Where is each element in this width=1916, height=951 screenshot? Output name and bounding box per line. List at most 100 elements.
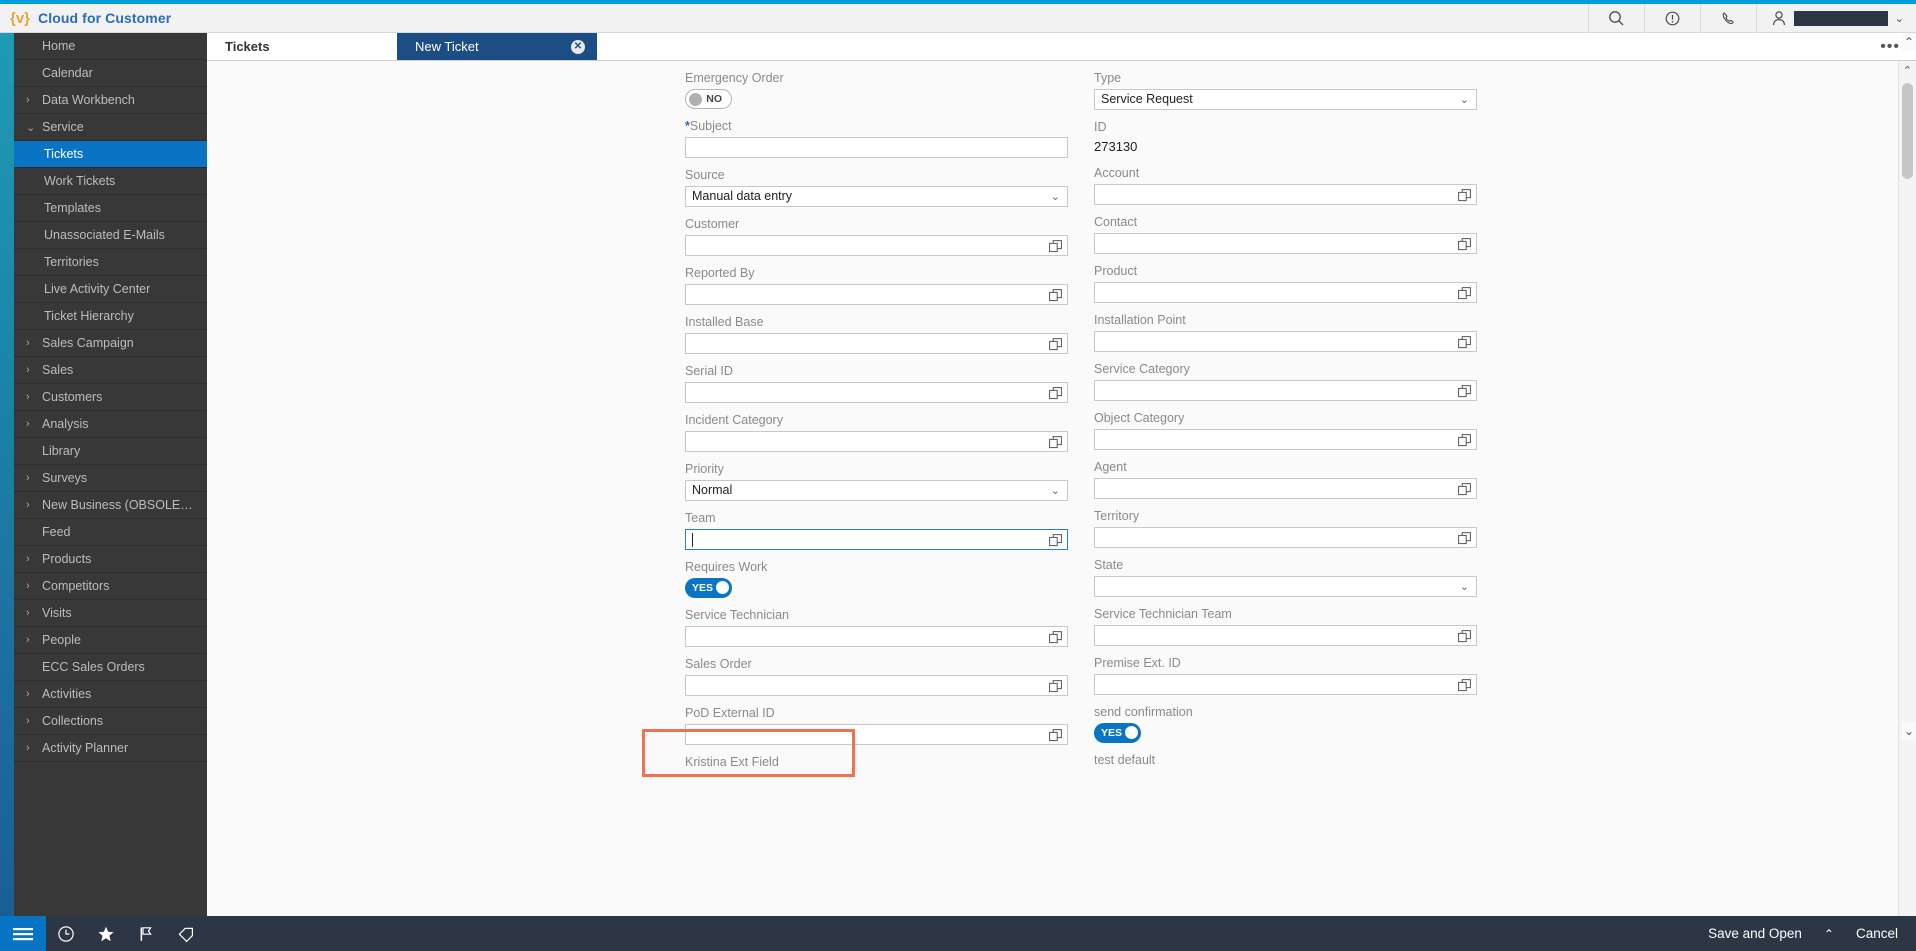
cancel-button[interactable]: Cancel bbox=[1856, 926, 1898, 941]
sidebar-item-service[interactable]: ⌄ Service bbox=[14, 114, 207, 141]
input-agent[interactable] bbox=[1094, 478, 1477, 499]
input-priority[interactable]: Normal ⌄ bbox=[685, 480, 1068, 501]
sidebar-item-ticket-hierarchy[interactable]: Ticket Hierarchy bbox=[14, 303, 207, 330]
chevron-down-icon[interactable]: ⌄ bbox=[1895, 12, 1904, 25]
chevron-right-icon[interactable]: › bbox=[26, 580, 42, 592]
input-pod-external-id[interactable] bbox=[685, 724, 1068, 745]
chevron-right-icon[interactable]: › bbox=[26, 634, 42, 646]
sidebar-item-activities[interactable]: › Activities bbox=[14, 681, 207, 708]
chevron-down-icon[interactable]: ⌄ bbox=[26, 121, 42, 134]
sidebar-item-territories[interactable]: Territories bbox=[14, 249, 207, 276]
input-service-technician[interactable] bbox=[685, 626, 1068, 647]
input-sales-order[interactable] bbox=[685, 675, 1068, 696]
sidebar-item-customers[interactable]: › Customers bbox=[14, 384, 207, 411]
sidebar-item-calendar[interactable]: Calendar bbox=[14, 60, 207, 87]
input-installation-point[interactable] bbox=[1094, 331, 1477, 352]
input-incident-category[interactable] bbox=[685, 431, 1068, 452]
value-help-icon[interactable] bbox=[1049, 387, 1062, 400]
input-object-category[interactable] bbox=[1094, 429, 1477, 450]
search-icon[interactable] bbox=[1587, 3, 1644, 33]
sidebar-item-templates[interactable]: Templates bbox=[14, 195, 207, 222]
chevron-right-icon[interactable]: › bbox=[26, 499, 42, 511]
chevron-right-icon[interactable]: › bbox=[26, 688, 42, 700]
star-icon[interactable] bbox=[86, 916, 126, 951]
input-serial-id[interactable] bbox=[685, 382, 1068, 403]
input-installed-base[interactable] bbox=[685, 333, 1068, 354]
input-state[interactable]: ⌄ bbox=[1094, 576, 1477, 597]
sidebar-item-visits[interactable]: › Visits bbox=[14, 600, 207, 627]
value-help-icon[interactable] bbox=[1458, 287, 1471, 300]
sidebar-item-analysis[interactable]: › Analysis bbox=[14, 411, 207, 438]
sidebar-item-feed[interactable]: Feed bbox=[14, 519, 207, 546]
toggle-emergency-order[interactable]: NO bbox=[685, 89, 732, 109]
value-help-icon[interactable] bbox=[1458, 532, 1471, 545]
value-help-icon[interactable] bbox=[1049, 436, 1062, 449]
value-help-icon[interactable] bbox=[1458, 630, 1471, 643]
value-help-icon[interactable] bbox=[1458, 434, 1471, 447]
close-icon[interactable]: ✕ bbox=[571, 39, 585, 54]
chevron-right-icon[interactable]: › bbox=[26, 94, 42, 106]
sidebar-item-competitors[interactable]: › Competitors bbox=[14, 573, 207, 600]
chevron-right-icon[interactable]: › bbox=[26, 553, 42, 565]
sidebar-item-library[interactable]: Library bbox=[14, 438, 207, 465]
input-premise-ext-id[interactable] bbox=[1094, 674, 1477, 695]
value-help-icon[interactable] bbox=[1458, 679, 1471, 692]
input-team[interactable] bbox=[685, 529, 1068, 550]
input-territory[interactable] bbox=[1094, 527, 1477, 548]
value-help-icon[interactable] bbox=[1458, 385, 1471, 398]
input-reported-by[interactable] bbox=[685, 284, 1068, 305]
chevron-down-icon[interactable]: ⌄ bbox=[1460, 95, 1469, 106]
chevron-down-icon[interactable]: ⌄ bbox=[1051, 486, 1060, 497]
chevron-right-icon[interactable]: › bbox=[26, 607, 42, 619]
sidebar-item-live-activity-center[interactable]: Live Activity Center bbox=[14, 276, 207, 303]
sidebar-item-surveys[interactable]: › Surveys bbox=[14, 465, 207, 492]
scroll-up-icon[interactable]: ⌃ bbox=[1899, 61, 1916, 79]
chevron-right-icon[interactable]: › bbox=[26, 418, 42, 430]
phone-icon[interactable] bbox=[1699, 3, 1756, 33]
toggle-requires-work[interactable]: YES bbox=[685, 578, 732, 598]
chevron-up-icon[interactable]: ⌃ bbox=[1824, 927, 1834, 941]
sidebar-item-data-workbench[interactable]: › Data Workbench bbox=[14, 87, 207, 114]
tab-tickets[interactable]: Tickets bbox=[207, 33, 397, 60]
sidebar-item-new-business-obsole[interactable]: › New Business (OBSOLE… bbox=[14, 492, 207, 519]
content-scrollbar[interactable]: ⌃ bbox=[1898, 61, 1916, 916]
tab-new-ticket[interactable]: New Ticket ✕ bbox=[397, 33, 597, 60]
sidebar-item-sales[interactable]: › Sales bbox=[14, 357, 207, 384]
sidebar-item-work-tickets[interactable]: Work Tickets bbox=[14, 168, 207, 195]
save-and-open-button[interactable]: Save and Open bbox=[1708, 926, 1802, 941]
value-help-icon[interactable] bbox=[1458, 238, 1471, 251]
chevron-right-icon[interactable]: › bbox=[26, 742, 42, 754]
scrollbar-thumb[interactable] bbox=[1902, 83, 1913, 179]
chevron-right-icon[interactable]: › bbox=[26, 715, 42, 727]
input-subject[interactable] bbox=[685, 137, 1068, 158]
input-type[interactable]: Service Request ⌄ bbox=[1094, 89, 1477, 110]
sidebar-item-products[interactable]: › Products bbox=[14, 546, 207, 573]
sidebar-item-activity-planner[interactable]: › Activity Planner bbox=[14, 735, 207, 762]
toggle-send-confirmation[interactable]: YES bbox=[1094, 723, 1141, 743]
sidebar-item-sales-campaign[interactable]: › Sales Campaign bbox=[14, 330, 207, 357]
input-contact[interactable] bbox=[1094, 233, 1477, 254]
sidebar-item-home[interactable]: Home bbox=[14, 33, 207, 60]
sidebar-item-ecc-sales-orders[interactable]: ECC Sales Orders bbox=[14, 654, 207, 681]
value-help-icon[interactable] bbox=[1049, 534, 1062, 547]
sidebar-scroll-up-button[interactable]: ⌃ bbox=[1902, 33, 1916, 51]
chevron-down-icon[interactable]: ⌄ bbox=[1460, 582, 1469, 593]
chevron-down-icon[interactable]: ⌄ bbox=[1051, 192, 1060, 203]
sidebar-item-tickets[interactable]: Tickets bbox=[14, 141, 207, 168]
value-help-icon[interactable] bbox=[1049, 289, 1062, 302]
input-customer[interactable] bbox=[685, 235, 1068, 256]
sidebar-item-collections[interactable]: › Collections bbox=[14, 708, 207, 735]
value-help-icon[interactable] bbox=[1049, 240, 1062, 253]
flag-icon[interactable] bbox=[126, 916, 166, 951]
value-help-icon[interactable] bbox=[1458, 336, 1471, 349]
chevron-right-icon[interactable]: › bbox=[26, 337, 42, 349]
input-product[interactable] bbox=[1094, 282, 1477, 303]
hamburger-menu-icon[interactable] bbox=[0, 916, 46, 951]
input-service-category[interactable] bbox=[1094, 380, 1477, 401]
chevron-right-icon[interactable]: › bbox=[26, 364, 42, 376]
chevron-right-icon[interactable]: › bbox=[26, 472, 42, 484]
value-help-icon[interactable] bbox=[1049, 631, 1062, 644]
value-help-icon[interactable] bbox=[1049, 680, 1062, 693]
exclamation-circle-icon[interactable] bbox=[1643, 3, 1700, 33]
input-account[interactable] bbox=[1094, 184, 1477, 205]
